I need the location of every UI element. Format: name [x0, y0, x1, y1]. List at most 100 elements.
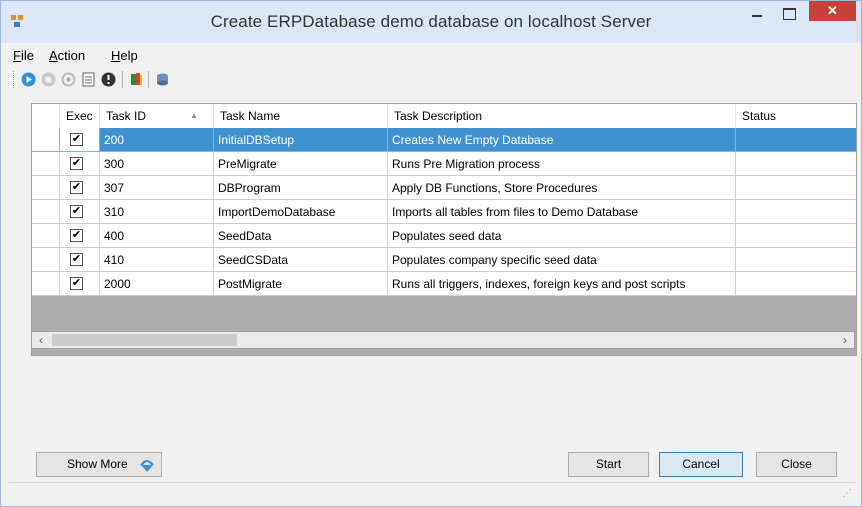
close-button[interactable]: Close — [756, 452, 837, 477]
task-description: Populates company specific seed data — [388, 248, 736, 272]
app-window: Create ERPDatabase demo database on loca… — [0, 0, 862, 507]
menu-help-rest: elp — [120, 48, 138, 63]
minimize-icon — [752, 15, 762, 17]
task-description: Imports all tables from files to Demo Da… — [388, 200, 736, 224]
task-status — [736, 176, 856, 200]
col-task-description[interactable]: Task Description — [388, 104, 736, 128]
document-icon[interactable] — [81, 72, 96, 87]
exec-checkbox-cell[interactable]: ✔ — [60, 176, 100, 200]
table-row[interactable]: ✔ 307 DBProgram Apply DB Functions, Stor… — [32, 176, 856, 200]
grid-header: Exec Task ID ▲ Task Name Task Descriptio… — [32, 104, 856, 129]
task-name: SeedCSData — [214, 248, 388, 272]
toolbar — [9, 67, 855, 92]
refresh-icon[interactable] — [61, 72, 76, 87]
show-more-label: Show More — [67, 457, 128, 471]
toolbar-separator — [122, 71, 123, 88]
task-id: 410 — [100, 248, 214, 272]
title-bar[interactable]: Create ERPDatabase demo database on loca… — [1, 1, 861, 43]
row-header[interactable] — [32, 272, 60, 296]
exec-checkbox[interactable]: ✔ — [70, 133, 83, 146]
exec-checkbox[interactable]: ✔ — [70, 277, 83, 290]
menu-action[interactable]: Action — [49, 48, 85, 63]
scroll-left-icon[interactable]: ‹ — [34, 332, 48, 348]
chevron-down-icon — [140, 460, 154, 472]
cancel-label: Cancel — [682, 457, 720, 471]
menu-bar: File Action Help — [9, 45, 855, 67]
task-name: DBProgram — [214, 176, 388, 200]
exec-checkbox[interactable]: ✔ — [70, 157, 83, 170]
row-header[interactable] — [32, 224, 60, 248]
table-row[interactable]: ✔ 2000 PostMigrate Runs all triggers, in… — [32, 272, 856, 296]
row-header[interactable] — [32, 248, 60, 272]
table-row[interactable]: ✔ 300 PreMigrate Runs Pre Migration proc… — [32, 152, 856, 176]
col-task-name[interactable]: Task Name — [214, 104, 388, 128]
task-name: InitialDBSetup — [214, 128, 388, 152]
row-header[interactable] — [32, 128, 60, 152]
exec-checkbox[interactable]: ✔ — [70, 253, 83, 266]
task-id: 400 — [100, 224, 214, 248]
task-id: 310 — [100, 200, 214, 224]
scroll-thumb[interactable] — [52, 334, 237, 346]
info-icon[interactable] — [101, 72, 116, 87]
row-header[interactable] — [32, 152, 60, 176]
table-row[interactable]: ✔ 400 SeedData Populates seed data — [32, 224, 856, 248]
exec-checkbox-cell[interactable]: ✔ — [60, 248, 100, 272]
menu-help-mnemonic: H — [111, 48, 121, 63]
menu-file[interactable]: File — [13, 48, 34, 63]
task-description: Populates seed data — [388, 224, 736, 248]
task-id: 307 — [100, 176, 214, 200]
exec-checkbox-cell[interactable]: ✔ — [60, 272, 100, 296]
close-label: Close — [781, 457, 812, 471]
menu-action-rest: ction — [57, 48, 86, 63]
exec-checkbox-cell[interactable]: ✔ — [60, 224, 100, 248]
task-id: 200 — [100, 128, 214, 152]
toolbar-separator — [148, 71, 149, 88]
exec-checkbox-cell[interactable]: ✔ — [60, 152, 100, 176]
task-status — [736, 224, 856, 248]
book-icon[interactable] — [129, 72, 144, 87]
task-name: SeedData — [214, 224, 388, 248]
minimize-button[interactable] — [746, 5, 768, 25]
scroll-right-icon[interactable]: › — [838, 332, 852, 348]
show-more-button[interactable]: Show More — [36, 452, 162, 477]
toolbar-grip[interactable] — [13, 71, 16, 88]
close-window-button[interactable]: ✕ — [809, 1, 856, 21]
task-name: PostMigrate — [214, 272, 388, 296]
cancel-button[interactable]: Cancel — [659, 452, 743, 477]
row-header[interactable] — [32, 200, 60, 224]
table-row[interactable]: ✔ 200 InitialDBSetup Creates New Empty D… — [32, 128, 856, 152]
status-bar: ⋰ — [9, 482, 855, 501]
exec-checkbox[interactable]: ✔ — [70, 229, 83, 242]
task-grid[interactable]: Exec Task ID ▲ Task Name Task Descriptio… — [31, 103, 857, 356]
task-name: ImportDemoDatabase — [214, 200, 388, 224]
menu-action-mnemonic: A — [49, 48, 58, 63]
exec-checkbox[interactable]: ✔ — [70, 205, 83, 218]
col-exec[interactable]: Exec — [60, 104, 100, 128]
task-status — [736, 200, 856, 224]
stop-icon[interactable] — [41, 72, 56, 87]
menu-file-rest: ile — [20, 48, 34, 63]
play-icon[interactable] — [21, 72, 36, 87]
col-status[interactable]: Status — [736, 104, 856, 128]
window-title: Create ERPDatabase demo database on loca… — [210, 12, 652, 31]
task-description: Apply DB Functions, Store Procedures — [388, 176, 736, 200]
table-row[interactable]: ✔ 310 ImportDemoDatabase Imports all tab… — [32, 200, 856, 224]
database-icon[interactable] — [155, 72, 170, 87]
row-header[interactable] — [32, 176, 60, 200]
col-task-id[interactable]: Task ID ▲ — [100, 104, 214, 128]
task-description: Runs Pre Migration process — [388, 152, 736, 176]
maximize-button[interactable] — [777, 5, 801, 25]
exec-checkbox-cell[interactable]: ✔ — [60, 200, 100, 224]
task-description: Runs all triggers, indexes, foreign keys… — [388, 272, 736, 296]
task-name: PreMigrate — [214, 152, 388, 176]
exec-checkbox-cell[interactable]: ✔ — [60, 128, 100, 152]
start-button[interactable]: Start — [568, 452, 649, 477]
exec-checkbox[interactable]: ✔ — [70, 181, 83, 194]
resize-grip-icon[interactable]: ⋰ — [842, 488, 852, 499]
start-label: Start — [595, 457, 622, 471]
table-row[interactable]: ✔ 410 SeedCSData Populates company speci… — [32, 248, 856, 272]
menu-help[interactable]: Help — [111, 48, 138, 63]
task-description: Creates New Empty Database — [388, 128, 736, 152]
horizontal-scrollbar[interactable]: ‹ › — [31, 331, 855, 349]
sort-asc-icon: ▲ — [190, 111, 198, 120]
